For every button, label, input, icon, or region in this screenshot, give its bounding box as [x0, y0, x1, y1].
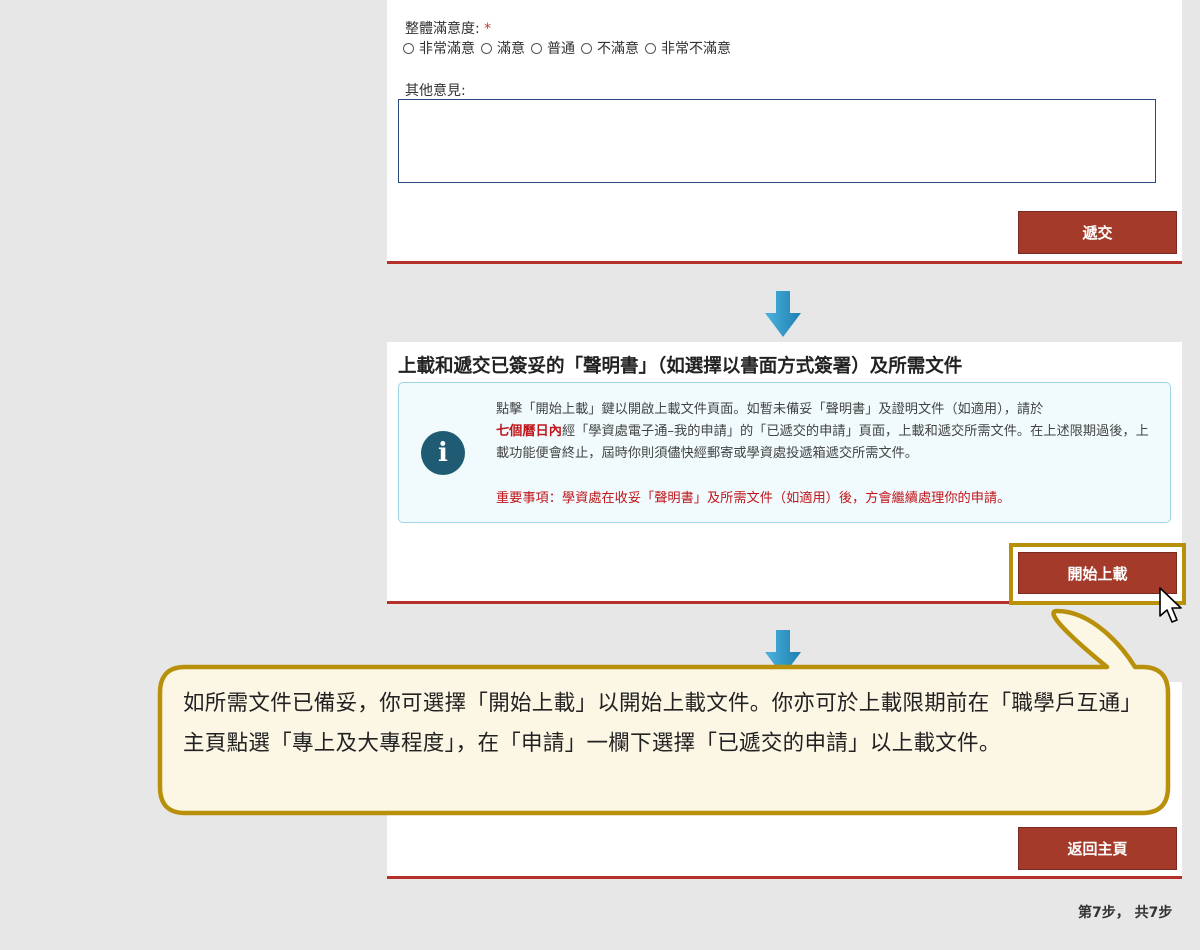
- satisfaction-label: 整體滿意度: *: [405, 21, 492, 37]
- radio-average[interactable]: 普通: [531, 38, 575, 58]
- info-icon: i: [421, 431, 465, 475]
- down-arrow-icon: [765, 291, 801, 337]
- back-to-home-button[interactable]: 返回主頁: [1018, 827, 1177, 870]
- satisfaction-radio-group: 非常滿意 滿意 普通 不滿意 非常不滿意: [403, 38, 737, 58]
- comments-textarea[interactable]: [398, 99, 1156, 183]
- important-note: 重要事項：學資處在收妥「聲明書」及所需文件（如適用）後，方會繼續處理你的申請。: [496, 491, 1011, 506]
- step-indicator: 第7步， 共7步: [1078, 905, 1173, 921]
- required-mark: *: [484, 21, 492, 37]
- survey-panel: 整體滿意度: * 非常滿意 滿意 普通 不滿意 非常不滿意 其他意見: 遞交: [387, 0, 1182, 264]
- callout-text: 如所需文件已備妥，你可選擇「開始上載」以開始上載文件。你亦可於上載限期前在「職學…: [183, 691, 1143, 756]
- radio-circle[interactable]: [645, 42, 656, 54]
- submit-button[interactable]: 遞交: [1018, 211, 1177, 254]
- upload-section-title: 上載和遞交已簽妥的「聲明書」（如選擇以書面方式簽署）及所需文件: [398, 356, 963, 377]
- info-box: i 點擊「開始上載」鍵以開啟上載文件頁面。如暫未備妥「聲明書」及證明文件（如適用…: [398, 382, 1171, 523]
- radio-satisfied[interactable]: 滿意: [481, 38, 525, 58]
- comments-label: 其他意見:: [405, 83, 466, 99]
- radio-circle[interactable]: [581, 42, 592, 54]
- info-text: 點擊「開始上載」鍵以開啟上載文件頁面。如暫未備妥「聲明書」及證明文件（如適用），…: [496, 402, 1149, 461]
- mouse-cursor-icon: [1159, 587, 1182, 623]
- radio-circle[interactable]: [403, 42, 414, 54]
- deadline-highlight: 七個曆日內: [496, 424, 562, 439]
- radio-dissatisfied[interactable]: 不滿意: [581, 38, 639, 58]
- radio-very-dissatisfied[interactable]: 非常不滿意: [645, 38, 731, 58]
- radio-circle[interactable]: [481, 42, 492, 54]
- radio-very-satisfied[interactable]: 非常滿意: [403, 38, 475, 58]
- radio-circle[interactable]: [531, 42, 542, 54]
